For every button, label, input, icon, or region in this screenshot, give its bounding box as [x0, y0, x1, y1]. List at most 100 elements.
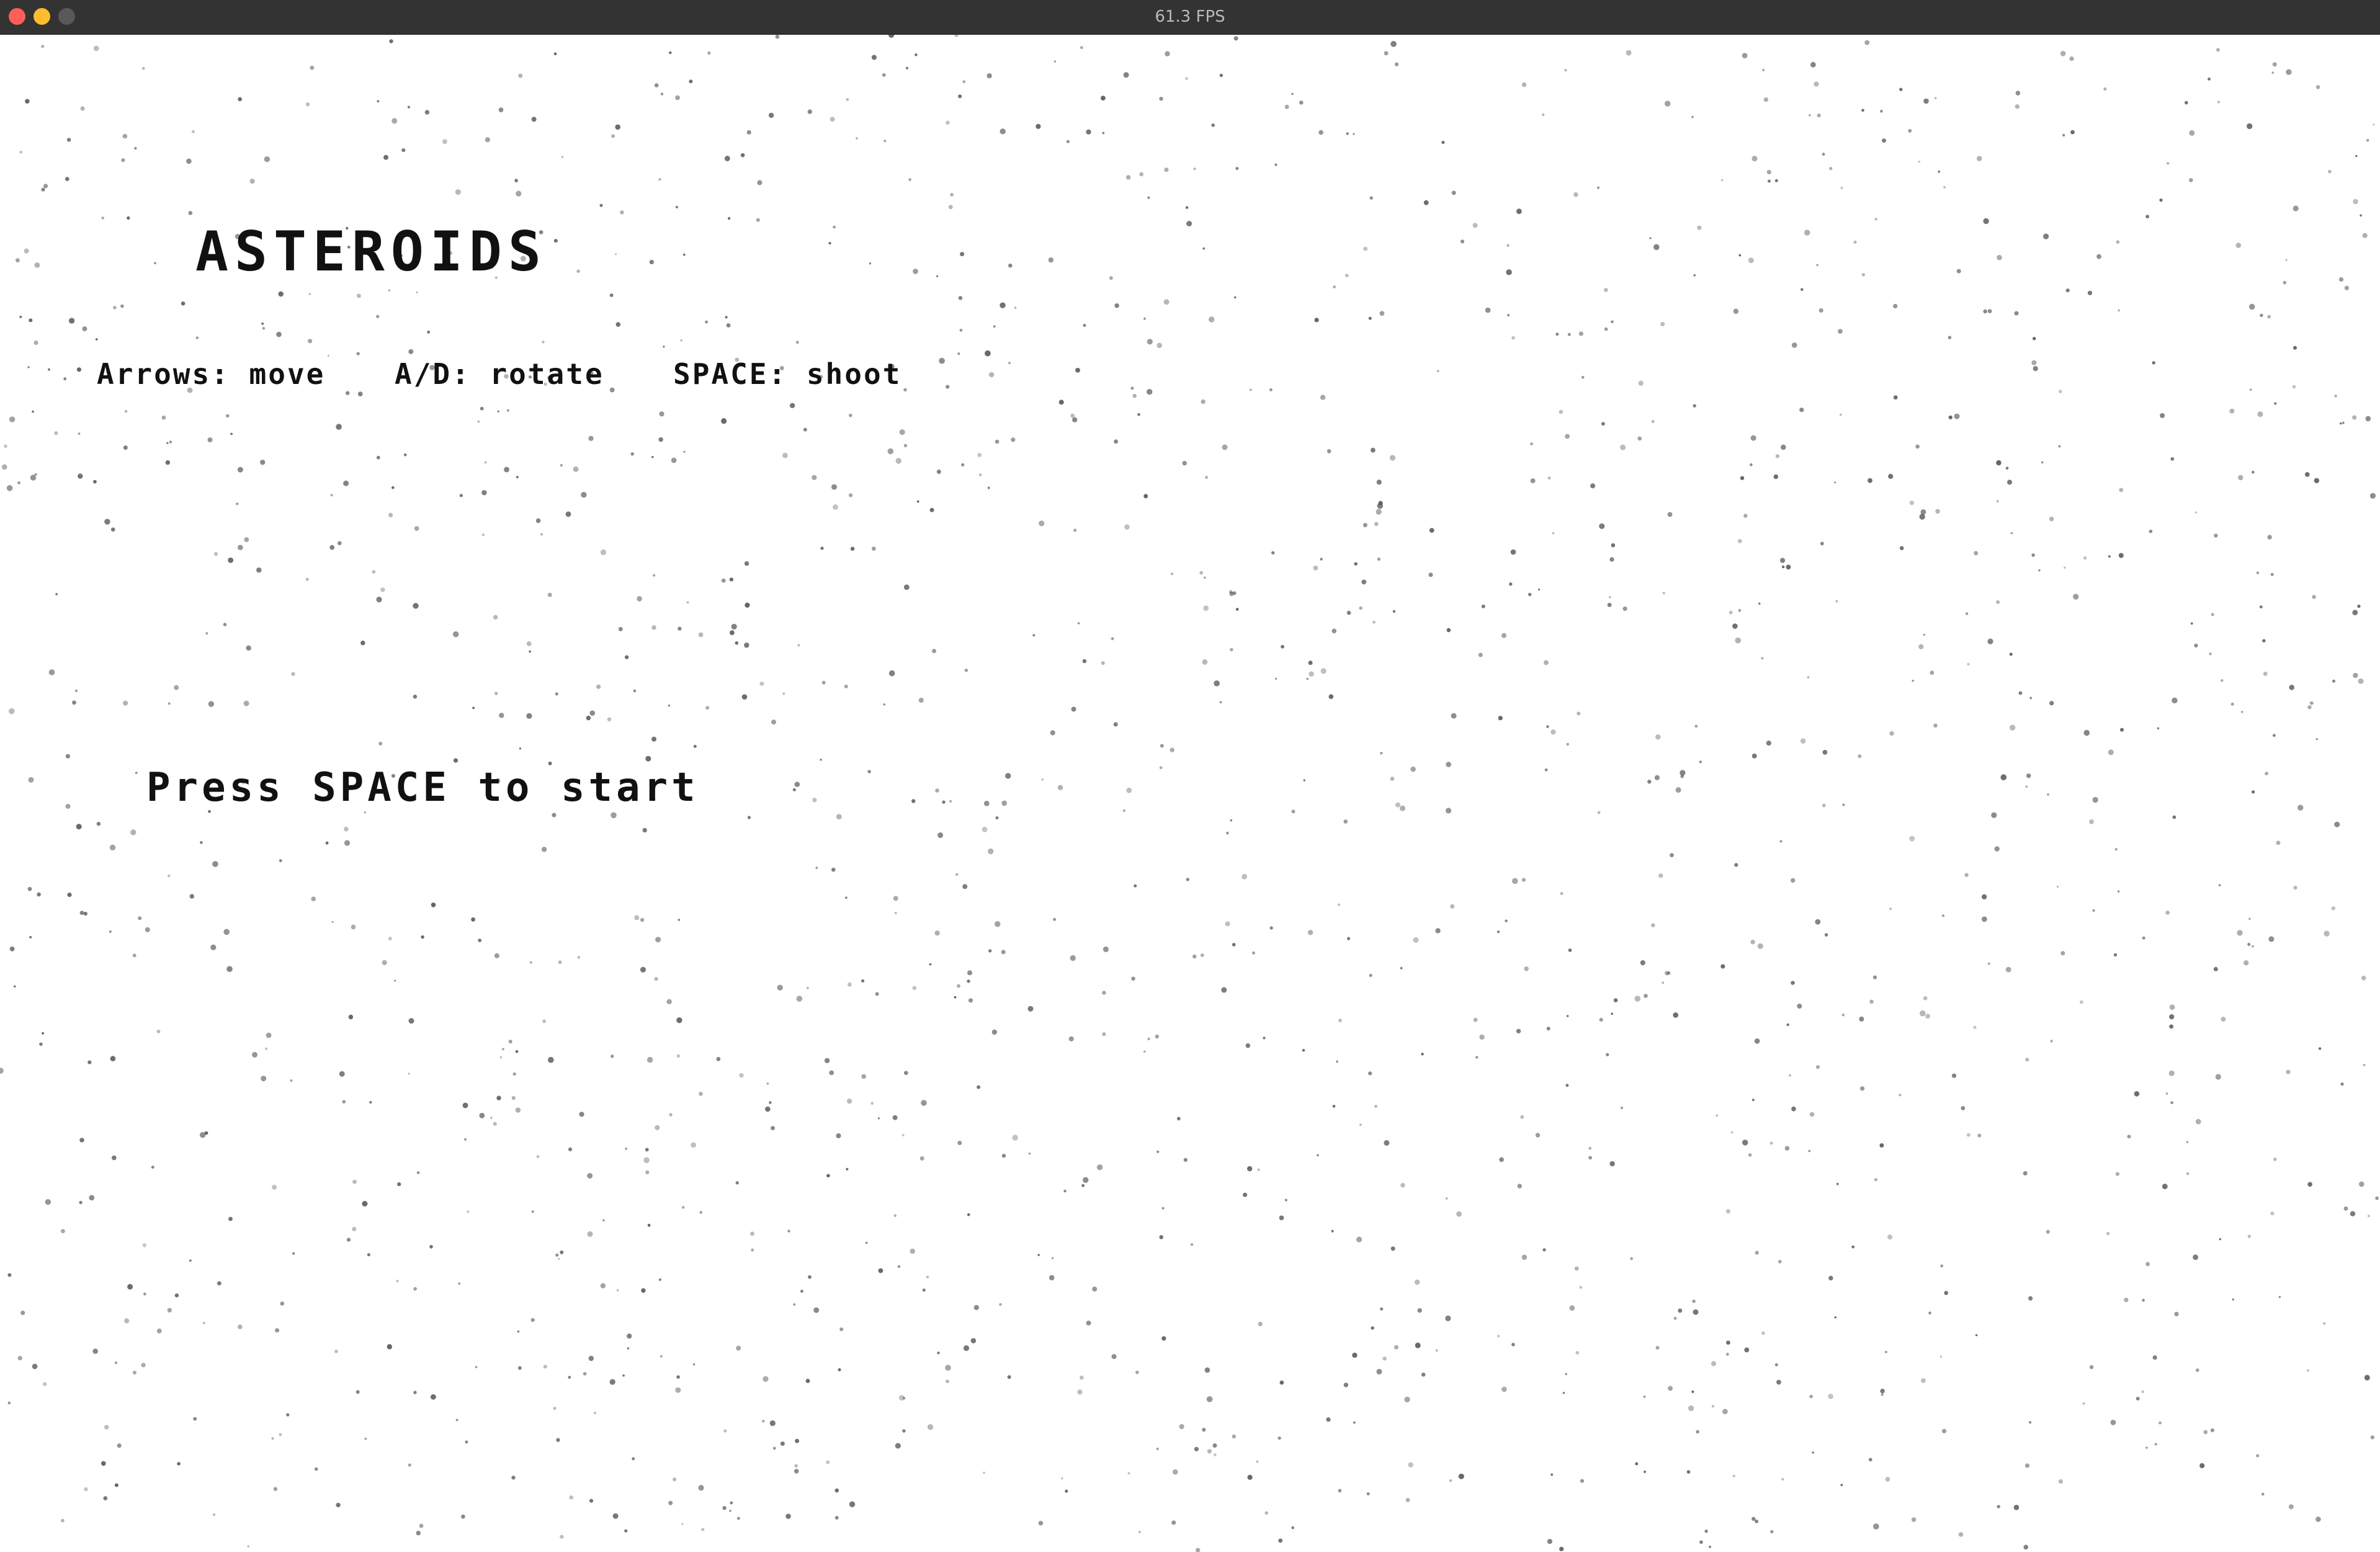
star-dot: [1203, 605, 1209, 611]
star-dot: [142, 1243, 146, 1247]
star-dot: [942, 800, 946, 804]
star-dot: [1754, 1038, 1760, 1044]
star-dot: [1354, 562, 1358, 566]
star-dot: [471, 917, 475, 922]
star-dot: [20, 1310, 25, 1316]
star-dot: [24, 248, 29, 254]
star-dot: [1994, 846, 2000, 852]
star-dot: [531, 117, 537, 122]
star-dot: [1368, 316, 1372, 320]
star-dot: [1751, 1099, 1755, 1102]
star-dot: [954, 996, 957, 999]
star-dot: [1981, 894, 1987, 900]
star-dot: [1781, 1478, 1784, 1481]
star-dot: [911, 799, 916, 803]
star-dot: [1376, 1368, 1382, 1375]
star-dot: [1744, 1347, 1750, 1353]
star-dot: [346, 391, 350, 395]
star-dot: [1601, 422, 1605, 426]
star-dot: [870, 1102, 874, 1105]
star-dot: [41, 45, 45, 48]
star-dot: [588, 1355, 594, 1362]
star-dot: [1565, 434, 1570, 439]
star-dot: [1512, 878, 1518, 885]
star-dot: [1816, 264, 1819, 267]
star-dot: [32, 410, 34, 413]
star-dot: [2031, 360, 2037, 365]
star-dot: [937, 1351, 940, 1355]
star-dot: [1080, 46, 1083, 50]
star-dot: [2009, 653, 2013, 656]
star-dot: [1225, 921, 1230, 927]
star-dot: [517, 1330, 520, 1333]
star-dot: [413, 1391, 417, 1394]
star-dot: [1577, 711, 1581, 716]
star-dot: [1182, 461, 1187, 466]
star-dot: [1750, 463, 1753, 466]
star-dot: [271, 1437, 274, 1440]
game-canvas[interactable]: ASTEROIDS Arrows: move A/D: rotate SPACE…: [0, 35, 2380, 1552]
star-dot: [66, 138, 71, 142]
star-dot: [1640, 960, 1645, 966]
star-dot: [824, 1058, 830, 1064]
star-dot: [2108, 749, 2114, 756]
star-dot: [676, 1054, 680, 1058]
star-dot: [1635, 1462, 1639, 1466]
star-dot: [1353, 1421, 1356, 1424]
star-dot: [1125, 175, 1131, 180]
star-dot: [1001, 800, 1007, 806]
star-dot: [247, 1545, 250, 1548]
star-dot: [573, 466, 579, 472]
star-dot: [2194, 511, 2197, 514]
star-dot: [145, 927, 150, 932]
star-dot: [252, 1051, 258, 1058]
star-dot: [84, 1487, 88, 1491]
star-dot: [413, 694, 418, 699]
star-dot: [1247, 1166, 1253, 1172]
star-dot: [76, 367, 81, 372]
star-dot: [464, 1138, 467, 1141]
star-dot: [892, 1115, 898, 1120]
star-dot: [1077, 622, 1080, 625]
star-dot: [1343, 819, 1348, 824]
star-dot: [1101, 661, 1105, 665]
star-dot: [926, 1275, 929, 1278]
star-dot: [698, 632, 704, 638]
star-dot: [2050, 1040, 2053, 1043]
star-dot: [516, 476, 519, 479]
star-dot: [17, 481, 20, 484]
star-dot: [2060, 951, 2065, 956]
star-dot: [1588, 1146, 1592, 1150]
star-dot: [2092, 909, 2095, 912]
star-dot: [1732, 1474, 1735, 1478]
star-dot: [724, 156, 730, 161]
star-dot: [675, 95, 680, 100]
star-dot: [1517, 1184, 1522, 1189]
star-dot: [1643, 1395, 1646, 1398]
star-dot: [1072, 417, 1078, 422]
star-dot: [602, 1219, 605, 1221]
star-dot: [658, 1278, 661, 1281]
star-dot: [246, 645, 251, 651]
star-dot: [2196, 1368, 2199, 1372]
star-dot: [1163, 299, 1170, 305]
star-dot: [2353, 198, 2358, 205]
star-dot: [2342, 421, 2345, 424]
star-dot: [2049, 516, 2054, 522]
star-dot: [1559, 1546, 1564, 1551]
star-dot: [805, 1378, 810, 1383]
star-dot: [1800, 738, 1806, 744]
star-dot: [1550, 729, 1556, 735]
star-dot: [2160, 413, 2165, 418]
star-dot: [1692, 1300, 1696, 1303]
star-dot: [2271, 71, 2274, 74]
star-dot: [1662, 592, 1665, 595]
star-dot: [1155, 1034, 1160, 1039]
star-dot: [1131, 976, 1135, 981]
window-titlebar[interactable]: 61.3 FPS: [0, 0, 2380, 35]
star-dot: [968, 998, 973, 1003]
star-dot: [1400, 966, 1403, 970]
star-dot: [849, 1501, 856, 1507]
star-dot: [1808, 1149, 1811, 1153]
star-dot: [1079, 1375, 1084, 1380]
